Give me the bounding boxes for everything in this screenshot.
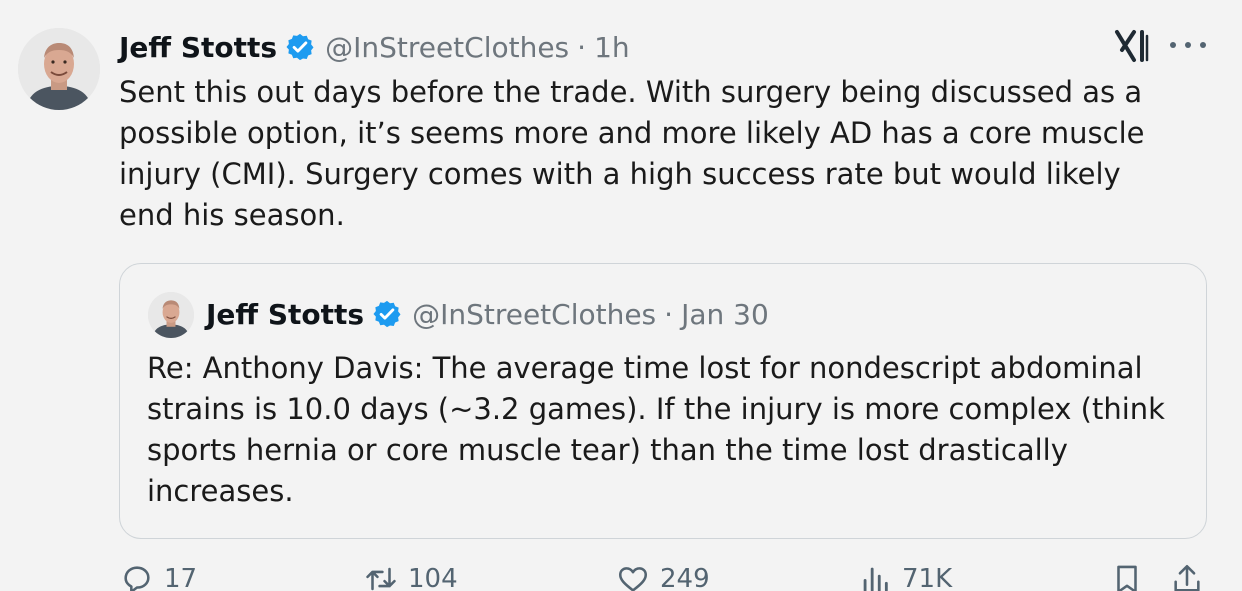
views-count: 71K xyxy=(902,564,953,591)
more-dot xyxy=(1200,42,1206,48)
tweet-text: Sent this out days before the trade. Wit… xyxy=(119,75,1145,232)
action-bar: 17 104 249 71K xyxy=(0,562,1242,591)
heart-icon xyxy=(618,567,648,591)
quoted-tweet-header: Jeff Stotts @InStreetClothes · Jan 30 xyxy=(206,294,769,334)
reply-count: 17 xyxy=(164,564,198,591)
quoted-author-name[interactable]: Jeff Stotts xyxy=(206,298,364,331)
tweet-card: Jeff Stotts @InStreetClothes · 1h Sent t… xyxy=(0,0,1242,591)
bookmark-icon xyxy=(1117,565,1137,591)
retweet-button[interactable]: 104 xyxy=(364,562,458,591)
retweet-count: 104 xyxy=(408,564,458,591)
meta-separator: · xyxy=(577,30,587,64)
reply-icon xyxy=(124,566,150,591)
more-options-icon[interactable] xyxy=(1168,32,1208,58)
share-button[interactable] xyxy=(1170,562,1214,591)
author-name[interactable]: Jeff Stotts xyxy=(119,31,277,64)
like-button[interactable]: 249 xyxy=(616,562,710,591)
quoted-timestamp[interactable]: Jan 30 xyxy=(681,298,769,331)
x-logo-icon xyxy=(1115,30,1149,62)
bookmark-button[interactable] xyxy=(1110,562,1154,591)
like-count: 249 xyxy=(660,564,710,591)
tweet-timestamp[interactable]: 1h xyxy=(594,31,630,64)
quoted-author-handle[interactable]: @InStreetClothes xyxy=(412,298,656,331)
verified-badge-icon xyxy=(373,300,401,328)
quoted-tweet[interactable]: Jeff Stotts @InStreetClothes · Jan 30 Re… xyxy=(119,263,1207,539)
tweet-header: Jeff Stotts @InStreetClothes · 1h xyxy=(119,28,630,66)
quoted-author-avatar[interactable] xyxy=(148,292,194,338)
author-avatar[interactable] xyxy=(18,28,100,110)
more-dot xyxy=(1185,42,1191,48)
quoted-tweet-text: Re: Anthony Davis: The average time lost… xyxy=(147,351,1165,508)
meta-separator: · xyxy=(664,297,674,331)
views-icon xyxy=(863,567,888,591)
verified-badge-icon xyxy=(286,33,314,61)
views-button[interactable]: 71K xyxy=(858,562,952,591)
author-handle[interactable]: @InStreetClothes xyxy=(325,31,569,64)
reply-button[interactable]: 17 xyxy=(120,562,197,591)
retweet-icon xyxy=(366,567,396,591)
more-dot xyxy=(1170,42,1176,48)
share-icon xyxy=(1174,564,1200,591)
